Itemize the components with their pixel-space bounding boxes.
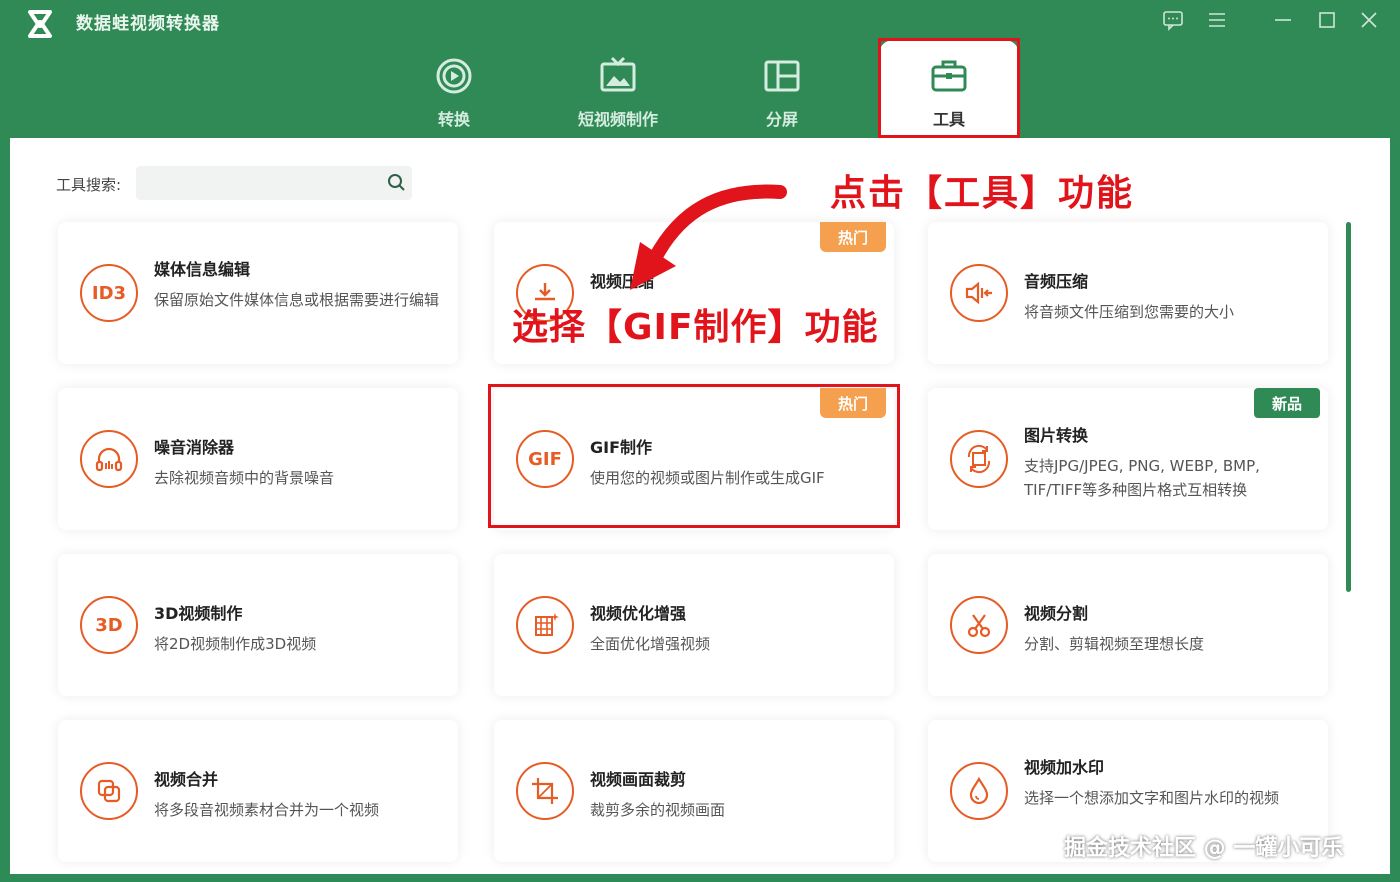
card-desc: 使用您的视频或图片制作或生成GIF [590, 469, 825, 487]
gif-hint-annotation: 选择【GIF制作】功能 [512, 307, 879, 348]
card-desc: 将多段音视频素材合并为一个视频 [154, 801, 380, 819]
close-button[interactable] [1354, 6, 1384, 34]
tab-split-screen-label: 分屏 [765, 110, 798, 129]
card-desc: 将2D视频制作成3D视频 [154, 635, 317, 653]
tool-card-image-convert[interactable]: 图片转换 支持JPG/JPEG, PNG, WEBP, BMP, TIF/TIF… [928, 388, 1328, 530]
tool-card-video-split[interactable]: 视频分割 分割、剪辑视频至理想长度 [928, 554, 1328, 696]
tool-card-audio-compress[interactable]: 音频压缩 将音频文件压缩到您需要的大小 [928, 222, 1328, 364]
card-title: 噪音消除器 [154, 438, 235, 457]
search-icon[interactable] [386, 172, 408, 194]
merge-icon [80, 762, 138, 820]
card-desc: 选择一个想添加文字和图片水印的视频 [1024, 789, 1280, 807]
feedback-button[interactable] [1158, 6, 1188, 34]
card-desc: 将音频文件压缩到您需要的大小 [1024, 303, 1235, 321]
card-title: 视频分割 [1024, 604, 1089, 623]
app-title: 数据蛙视频转换器 [76, 14, 220, 34]
card-desc: 保留原始文件媒体信息或根据需要进行编辑 [154, 291, 440, 309]
card-title: 视频画面裁剪 [590, 770, 687, 789]
card-desc: 裁剪多余的视频画面 [590, 801, 726, 819]
image-convert-icon [950, 430, 1008, 488]
scissors-icon [950, 596, 1008, 654]
headphones-icon [80, 430, 138, 488]
tool-card-media-info[interactable]: ID3 媒体信息编辑 保留原始文件媒体信息或根据需要进行编辑 [58, 222, 458, 364]
tool-card-gif-maker[interactable]: GIF GIF制作 使用您的视频或图片制作或生成GIF 热门 [494, 388, 894, 530]
tool-search-input[interactable] [136, 166, 412, 200]
convert-icon [436, 58, 472, 94]
card-title: 视频优化增强 [590, 604, 687, 623]
minimize-icon [1275, 19, 1291, 21]
hot-badge: 热门 [820, 388, 886, 418]
card-desc: 分割、剪辑视频至理想长度 [1024, 635, 1205, 653]
card-title: 3D视频制作 [154, 604, 243, 623]
tool-card-video-enhance[interactable]: 视频优化增强 全面优化增强视频 [494, 554, 894, 696]
maximize-icon [1319, 12, 1335, 28]
card-title: 视频加水印 [1024, 758, 1105, 777]
audio-compress-icon [950, 264, 1008, 322]
hot-badge: 热门 [820, 222, 886, 252]
image-frame-icon [600, 56, 636, 92]
card-title: 视频压缩 [590, 272, 655, 291]
crop-icon [516, 762, 574, 820]
3d-icon: 3D [80, 596, 138, 654]
chat-icon [1163, 11, 1183, 31]
minimize-button[interactable] [1268, 6, 1298, 34]
card-title: 视频合并 [154, 770, 219, 789]
split-screen-icon [764, 60, 800, 92]
tab-tools[interactable]: 工具 [879, 40, 1019, 136]
card-desc: 全面优化增强视频 [590, 635, 711, 653]
maximize-button[interactable] [1312, 6, 1342, 34]
tab-short-video[interactable]: 短视频制作 [548, 40, 688, 136]
id3-icon: ID3 [80, 264, 138, 322]
tab-tools-label: 工具 [932, 110, 965, 129]
card-desc: 支持JPG/JPEG, PNG, WEBP, BMP, TIF/TIFF等多种图… [1024, 457, 1260, 499]
card-title: GIF制作 [590, 438, 653, 457]
tool-hint-annotation: 点击【工具】功能 [830, 173, 1135, 214]
card-desc: 去除视频音频中的背景噪音 [154, 469, 335, 487]
scrollbar[interactable] [1346, 222, 1351, 592]
tab-convert[interactable]: 转换 [384, 40, 524, 136]
search-label: 工具搜索: [56, 176, 122, 194]
video-enhance-icon [516, 596, 574, 654]
title-bar: 数据蛙视频转换器 转换 短视频制作 分屏 工具 [0, 0, 1400, 140]
tool-card-video-merge[interactable]: 视频合并 将多段音视频素材合并为一个视频 [58, 720, 458, 862]
gif-icon: GIF [516, 430, 574, 488]
tab-split-screen[interactable]: 分屏 [712, 40, 852, 136]
tool-card-noise-remover[interactable]: 噪音消除器 去除视频音频中的背景噪音 [58, 388, 458, 530]
toolbox-icon [931, 60, 967, 92]
menu-button[interactable] [1202, 6, 1232, 34]
card-title: 媒体信息编辑 [154, 260, 251, 279]
tab-convert-label: 转换 [437, 110, 470, 129]
tool-card-video-crop[interactable]: 视频画面裁剪 裁剪多余的视频画面 [494, 720, 894, 862]
hamburger-icon [1209, 13, 1225, 27]
tool-card-3d-video[interactable]: 3D 3D视频制作 将2D视频制作成3D视频 [58, 554, 458, 696]
close-icon [1361, 12, 1377, 28]
new-badge: 新品 [1254, 388, 1320, 418]
tools-panel: 工具搜索: ID3 媒体信息编辑 保留原始文件媒体信息或根据需要进行编辑 视频压… [10, 138, 1390, 874]
card-title: 音频压缩 [1024, 272, 1089, 291]
tab-short-video-label: 短视频制作 [577, 110, 658, 129]
app-logo-icon [28, 10, 52, 38]
watermark-drop-icon [950, 762, 1008, 820]
card-title: 图片转换 [1024, 426, 1089, 445]
watermark-text: 掘金技术社区 @ 一罐小可乐 [1064, 836, 1344, 861]
